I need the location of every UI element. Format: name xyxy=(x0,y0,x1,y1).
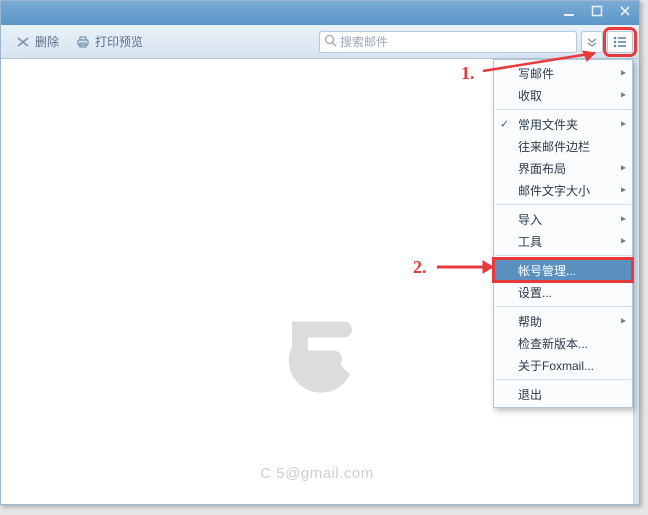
menu-item[interactable]: 检查新版本... xyxy=(494,332,632,354)
print-preview-button[interactable]: 打印预览 xyxy=(67,29,151,54)
toolbar: 删除 打印预览 xyxy=(1,25,639,59)
menu-item-label: 帮助 xyxy=(518,313,542,330)
menu-item[interactable]: 帐号管理... xyxy=(494,259,632,281)
menu-item[interactable]: 设置... xyxy=(494,281,632,303)
menu-item[interactable]: 写邮件 ▸ xyxy=(494,62,632,84)
delete-label: 删除 xyxy=(35,33,59,50)
search-input[interactable] xyxy=(340,35,572,49)
chevron-double-down-icon xyxy=(586,36,598,48)
menu-item-label: 关于Foxmail... xyxy=(518,357,594,374)
submenu-arrow-icon: ▸ xyxy=(621,90,626,101)
menu-item-label: 检查新版本... xyxy=(518,335,588,352)
account-email-watermark: C 5@gmail.com xyxy=(260,465,373,482)
menu-item[interactable]: 工具 ▸ xyxy=(494,230,632,252)
submenu-arrow-icon: ▸ xyxy=(621,236,626,247)
menu-separator xyxy=(495,379,631,380)
menu-item-label: 收取 xyxy=(518,87,542,104)
menu-item-label: 写邮件 xyxy=(518,65,554,82)
search-icon xyxy=(324,34,337,50)
title-bar xyxy=(1,1,639,25)
search-expand-button[interactable] xyxy=(581,31,603,53)
menu-separator xyxy=(495,255,631,256)
menu-item[interactable]: ✓ 常用文件夹 ▸ xyxy=(494,113,632,135)
list-menu-icon xyxy=(612,35,628,49)
menu-item-label: 设置... xyxy=(518,284,552,301)
menu-item[interactable]: 退出 xyxy=(494,383,632,405)
check-icon: ✓ xyxy=(500,118,509,131)
menu-item[interactable]: 邮件文字大小 ▸ xyxy=(494,179,632,201)
delete-button[interactable]: 删除 xyxy=(7,29,67,54)
menu-item-label: 导入 xyxy=(518,211,542,228)
menu-item[interactable]: 收取 ▸ xyxy=(494,84,632,106)
app-logo-watermark xyxy=(272,306,362,399)
menu-item-label: 界面布局 xyxy=(518,160,566,177)
main-menu-dropdown: 写邮件 ▸ 收取 ▸ ✓ 常用文件夹 ▸ 往来邮件边栏界面布局 ▸ 邮件文字大小 ▸ 导入 ▸ 工具 ▸ 帐号… xyxy=(493,59,633,408)
menu-item-label: 常用文件夹 xyxy=(518,116,578,133)
menu-item-label: 帐号管理... xyxy=(518,262,576,279)
submenu-arrow-icon: ▸ xyxy=(621,316,626,327)
minimize-button[interactable] xyxy=(555,1,583,21)
menu-item[interactable]: 往来邮件边栏 xyxy=(494,135,632,157)
maximize-button[interactable] xyxy=(583,1,611,21)
menu-item[interactable]: 界面布局 ▸ xyxy=(494,157,632,179)
print-preview-label: 打印预览 xyxy=(95,33,143,50)
main-menu-button[interactable] xyxy=(607,31,633,53)
close-button[interactable] xyxy=(611,1,639,21)
right-edge-splitter[interactable] xyxy=(633,59,639,504)
menu-item-label: 邮件文字大小 xyxy=(518,182,590,199)
menu-item-label: 工具 xyxy=(518,233,542,250)
submenu-arrow-icon: ▸ xyxy=(621,68,626,79)
printer-icon xyxy=(75,34,91,50)
submenu-arrow-icon: ▸ xyxy=(621,163,626,174)
menu-item[interactable]: 导入 ▸ xyxy=(494,208,632,230)
submenu-arrow-icon: ▸ xyxy=(621,185,626,196)
menu-separator xyxy=(495,204,631,205)
submenu-arrow-icon: ▸ xyxy=(621,119,626,130)
menu-separator xyxy=(495,109,631,110)
menu-item[interactable]: 关于Foxmail... xyxy=(494,354,632,376)
menu-separator xyxy=(495,306,631,307)
menu-item-label: 往来邮件边栏 xyxy=(518,138,590,155)
search-box[interactable] xyxy=(319,31,577,53)
menu-item[interactable]: 帮助 ▸ xyxy=(494,310,632,332)
submenu-arrow-icon: ▸ xyxy=(621,214,626,225)
menu-item-label: 退出 xyxy=(518,386,542,403)
delete-icon xyxy=(15,34,31,50)
